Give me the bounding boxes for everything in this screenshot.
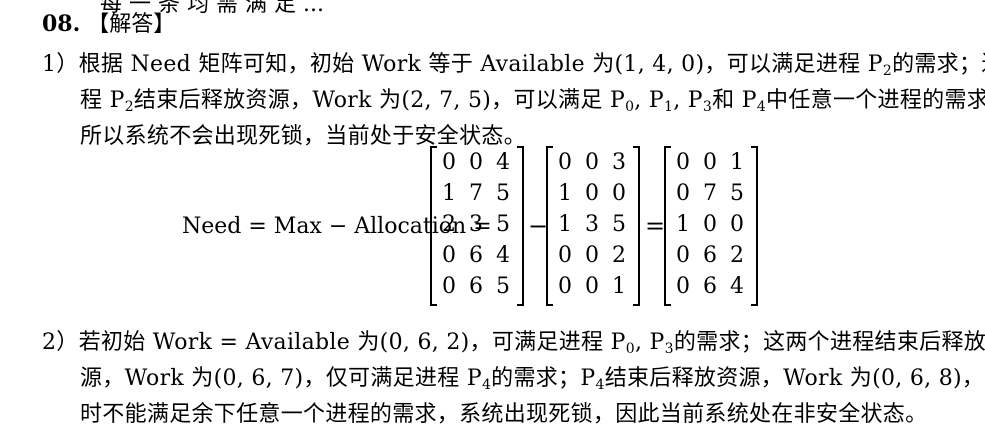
matrix-cell: 0 <box>585 181 599 206</box>
matrix-cell: 0 <box>676 181 690 206</box>
matrix-cell: 0 <box>676 243 690 268</box>
matrix-cell: 0 <box>558 243 572 268</box>
matrix-cell: 1 <box>558 181 572 206</box>
matrix-cell: 6 <box>703 274 717 299</box>
para2-line3: 时不能满足余下任意一个进程的需求，系统出现死锁，因此当前系统处在非安全状态。 <box>80 402 928 427</box>
matrix-cell: 0 <box>469 150 483 175</box>
matrix-cell: 3 <box>585 212 599 237</box>
matrix-cell: 0 <box>585 274 599 299</box>
matrix-cell: 0 <box>676 150 690 175</box>
matrix-cell: 0 <box>612 181 626 206</box>
matrix-cell: 5 <box>496 274 510 299</box>
matrix-cell: 7 <box>469 181 483 206</box>
matrix-cell: 5 <box>496 181 510 206</box>
answer-title: 【解答】 <box>87 12 176 37</box>
matrix-cell: 2 <box>612 243 626 268</box>
matrix-cell: 4 <box>730 274 744 299</box>
matrix-cell: 2 <box>442 212 456 237</box>
matrix-cell: 1 <box>442 181 456 206</box>
left-bracket <box>546 146 553 306</box>
matrix-cell: 1 <box>612 274 626 299</box>
matrix-cell: 6 <box>703 243 717 268</box>
matrix-cell: 0 <box>703 212 717 237</box>
matrix-cell: 6 <box>469 243 483 268</box>
matrix-cell: 3 <box>612 150 626 175</box>
matrix-cell: 0 <box>585 243 599 268</box>
matrix-cell: 5 <box>612 212 626 237</box>
max-matrix: 004175235064065 <box>430 146 524 308</box>
matrix-cell: 1 <box>730 150 744 175</box>
answer-heading: 08. 【解答】 <box>42 6 175 38</box>
matrix-cell: 1 <box>558 212 572 237</box>
matrix-cell: 0 <box>442 243 456 268</box>
allocation-matrix: 003100135002001 <box>546 146 640 308</box>
right-bracket <box>517 146 524 306</box>
para1-line1: 1）根据 Need 矩阵可知，初始 Work 等于 Available 为(1,… <box>42 52 985 79</box>
left-bracket <box>430 146 437 306</box>
para1-line2: 程 P2结束后释放资源，Work 为(2, 7, 5)，可以满足 P0, P1,… <box>80 88 985 115</box>
left-bracket <box>664 146 671 306</box>
question-number: 08. <box>42 11 81 37</box>
matrix-cell: 0 <box>730 212 744 237</box>
equals-sign: = <box>645 212 666 240</box>
matrix-cell: 0 <box>703 150 717 175</box>
matrix-cell: 0 <box>558 150 572 175</box>
matrix-cell: 2 <box>730 243 744 268</box>
matrix-cell: 0 <box>442 274 456 299</box>
matrix-cell: 5 <box>496 212 510 237</box>
matrix-cell: 0 <box>676 274 690 299</box>
matrix-cell: 3 <box>469 212 483 237</box>
matrix-cell: 6 <box>469 274 483 299</box>
need-matrix: 001075100062064 <box>664 146 758 308</box>
matrix-cell: 5 <box>730 181 744 206</box>
matrix-cell: 1 <box>676 212 690 237</box>
matrix-cell: 4 <box>496 243 510 268</box>
matrix-cell: 7 <box>703 181 717 206</box>
para2-line1: 2）若初始 Work = Available 为(0, 6, 2)，可满足进程 … <box>42 330 985 357</box>
matrix-cell: 4 <box>496 150 510 175</box>
para2-line2: 源，Work 为(0, 6, 7)，仅可满足进程 P4的需求；P4结束后释放资源… <box>80 366 985 393</box>
matrix-cell: 0 <box>585 150 599 175</box>
matrix-cell: 0 <box>442 150 456 175</box>
matrix-cell: 0 <box>558 274 572 299</box>
right-bracket <box>751 146 758 306</box>
right-bracket <box>633 146 640 306</box>
